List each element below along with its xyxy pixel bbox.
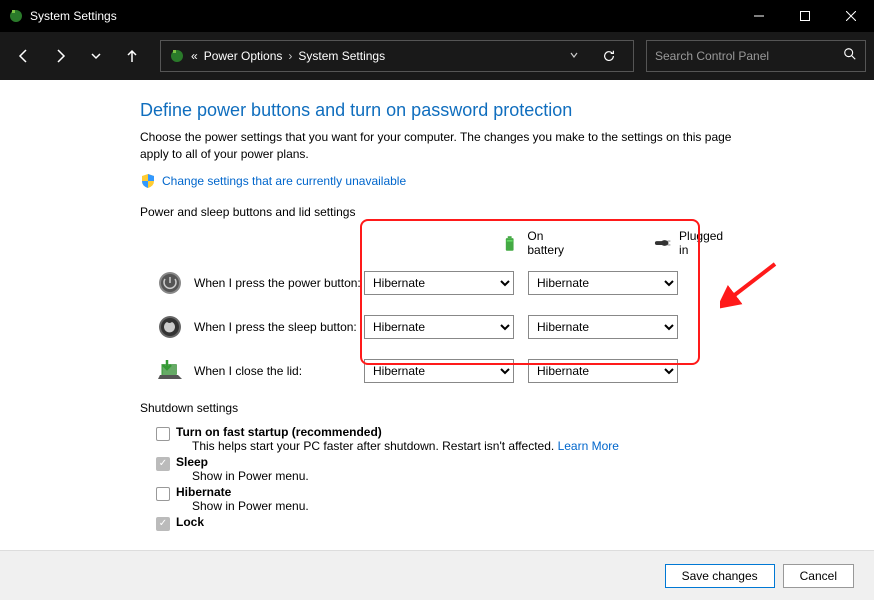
checkbox-label: Sleep <box>176 455 734 469</box>
breadcrumb-item[interactable]: Power Options <box>204 49 283 63</box>
setting-label: When I press the power button: <box>194 276 364 290</box>
button-bar: Save changes Cancel <box>0 550 874 600</box>
checkbox[interactable] <box>156 427 170 441</box>
shield-icon <box>140 173 156 189</box>
checkbox[interactable] <box>156 457 170 471</box>
refresh-button[interactable] <box>593 40 625 72</box>
checkbox-description: This helps start your PC faster after sh… <box>192 439 734 453</box>
nav-forward-button[interactable] <box>44 40 76 72</box>
setting-row-icon <box>156 357 184 385</box>
setting-row: When I press the power button: Do nothin… <box>140 269 734 297</box>
plug-icon <box>652 233 671 253</box>
learn-more-link[interactable]: Learn More <box>558 439 619 453</box>
shutdown-item: Hibernate Show in Power menu. <box>140 485 734 513</box>
cancel-button[interactable]: Cancel <box>783 564 854 588</box>
checkbox[interactable] <box>156 487 170 501</box>
shutdown-item: Lock <box>140 515 734 531</box>
nav-recent-button[interactable] <box>80 40 112 72</box>
chevron-down-icon[interactable] <box>569 49 579 63</box>
select-plugged[interactable]: Do nothingSleepHibernateShut down <box>528 271 678 295</box>
checkbox[interactable] <box>156 517 170 531</box>
toolbar: « Power Options › System Settings <box>0 32 874 80</box>
setting-row: When I close the lid: Do nothingSleepHib… <box>140 357 734 385</box>
breadcrumb-item[interactable]: System Settings <box>298 49 385 63</box>
nav-back-button[interactable] <box>8 40 40 72</box>
checkbox-label: Turn on fast startup (recommended) <box>176 425 734 439</box>
section-label: Power and sleep buttons and lid settings <box>140 205 734 219</box>
page-description: Choose the power settings that you want … <box>140 129 734 163</box>
minimize-button[interactable] <box>736 0 782 32</box>
address-bar[interactable]: « Power Options › System Settings <box>160 40 634 72</box>
select-plugged[interactable]: Do nothingSleepHibernateShut down <box>528 359 678 383</box>
page-title: Define power buttons and turn on passwor… <box>140 100 734 121</box>
select-battery[interactable]: Do nothingSleepHibernateShut down <box>364 359 514 383</box>
window-title: System Settings <box>30 9 736 23</box>
checkbox-label: Hibernate <box>176 485 734 499</box>
nav-up-button[interactable] <box>116 40 148 72</box>
save-button[interactable]: Save changes <box>665 564 775 588</box>
search-icon[interactable] <box>843 47 857 66</box>
column-header-battery: On battery <box>527 229 581 257</box>
search-input[interactable] <box>655 49 843 63</box>
select-battery[interactable]: Do nothingSleepHibernateShut down <box>364 315 514 339</box>
checkbox-description: Show in Power menu. <box>192 469 734 483</box>
section-label: Shutdown settings <box>140 401 734 415</box>
checkbox-label: Lock <box>176 515 734 529</box>
battery-icon <box>500 233 519 253</box>
chevron-right-icon: › <box>288 49 292 63</box>
admin-settings-link[interactable]: Change settings that are currently unava… <box>162 174 406 188</box>
content-area: Define power buttons and turn on passwor… <box>0 80 874 550</box>
select-plugged[interactable]: Do nothingSleepHibernateShut down <box>528 315 678 339</box>
close-button[interactable] <box>828 0 874 32</box>
setting-label: When I close the lid: <box>194 364 364 378</box>
setting-row: When I press the sleep button: Do nothin… <box>140 313 734 341</box>
app-icon <box>8 8 24 24</box>
column-header-plugged: Plugged in <box>679 229 734 257</box>
setting-label: When I press the sleep button: <box>194 320 364 334</box>
shutdown-item: Sleep Show in Power menu. <box>140 455 734 483</box>
setting-row-icon <box>156 269 184 297</box>
setting-row-icon <box>156 313 184 341</box>
shutdown-item: Turn on fast startup (recommended) This … <box>140 425 734 453</box>
maximize-button[interactable] <box>782 0 828 32</box>
search-box[interactable] <box>646 40 866 72</box>
address-icon <box>169 48 185 64</box>
select-battery[interactable]: Do nothingSleepHibernateShut down <box>364 271 514 295</box>
breadcrumb-sep-icon: « <box>191 49 198 63</box>
checkbox-description: Show in Power menu. <box>192 499 734 513</box>
title-bar: System Settings <box>0 0 874 32</box>
